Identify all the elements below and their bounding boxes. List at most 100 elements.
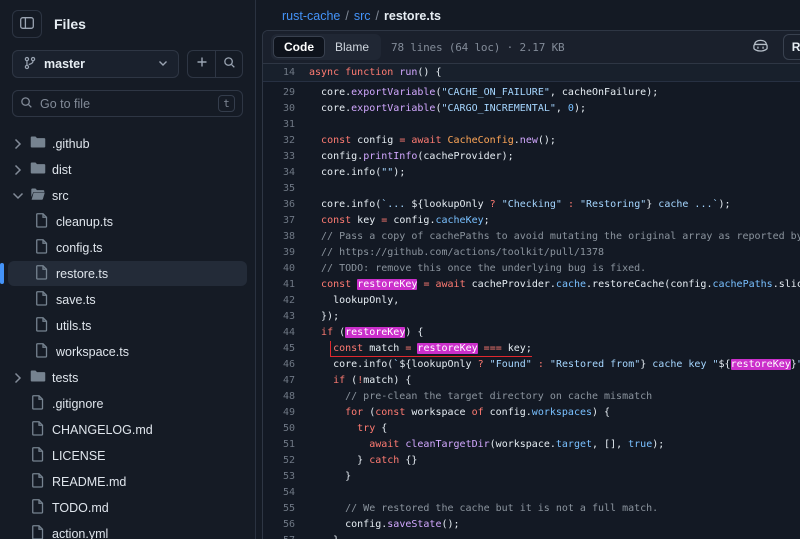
- tree-item-label: tests: [52, 371, 78, 385]
- line-number[interactable]: 38: [263, 229, 309, 245]
- code-line-content: } catch {}: [309, 453, 417, 469]
- code-editor-view[interactable]: 14async function run() {29 core.exportVa…: [263, 64, 800, 539]
- line-number[interactable]: 30: [263, 101, 309, 117]
- line-number[interactable]: 53: [263, 469, 309, 485]
- collapse-sidebar-button[interactable]: [12, 10, 42, 38]
- code-line-48: 48 // pre-clean the target directory on …: [263, 389, 800, 405]
- line-number[interactable]: 32: [263, 133, 309, 149]
- line-number[interactable]: 36: [263, 197, 309, 213]
- line-number[interactable]: 39: [263, 245, 309, 261]
- breadcrumb-repo-link[interactable]: rust-cache: [282, 9, 340, 23]
- file-icon: [34, 342, 50, 361]
- branch-selector[interactable]: master: [12, 50, 179, 78]
- chevron-right-icon[interactable]: [12, 136, 24, 152]
- chevron-down-icon: [158, 57, 168, 71]
- tree-item-config-ts[interactable]: config.ts: [8, 235, 247, 260]
- goto-file-input[interactable]: [40, 97, 211, 111]
- search-match-highlight: restoreKey: [417, 343, 477, 354]
- search-match-highlight: restoreKey: [357, 279, 417, 290]
- code-line-content: // https://github.com/actions/toolkit/pu…: [309, 245, 604, 261]
- tree-item-utils-ts[interactable]: utils.ts: [8, 313, 247, 338]
- code-line-content: async function run() {: [309, 64, 442, 81]
- code-line-content: // Pass a copy of cachePaths to avoid mu…: [309, 229, 800, 245]
- tree-item-restore-ts[interactable]: restore.ts: [8, 261, 247, 286]
- line-number[interactable]: 50: [263, 421, 309, 437]
- line-number[interactable]: 40: [263, 261, 309, 277]
- line-number[interactable]: 46: [263, 357, 309, 373]
- code-line-37: 37 const key = config.cacheKey;: [263, 213, 800, 229]
- code-line-57: 57 }: [263, 533, 800, 539]
- chevron-right-icon[interactable]: [12, 162, 24, 178]
- search-match-highlight: restoreKey: [731, 359, 791, 370]
- tab-code[interactable]: Code: [273, 36, 325, 58]
- tree-item-tests[interactable]: tests: [8, 365, 247, 390]
- line-number[interactable]: 33: [263, 149, 309, 165]
- tree-item-action-yml[interactable]: action.yml: [8, 521, 247, 539]
- line-number[interactable]: 48: [263, 389, 309, 405]
- line-number[interactable]: 52: [263, 453, 309, 469]
- tree-item-workspace-ts[interactable]: workspace.ts: [8, 339, 247, 364]
- line-number[interactable]: 49: [263, 405, 309, 421]
- line-number[interactable]: 47: [263, 373, 309, 389]
- tab-blame[interactable]: Blame: [325, 36, 379, 58]
- tree-item--github[interactable]: .github: [8, 131, 247, 156]
- tree-item-label: .gitignore: [52, 397, 103, 411]
- line-number[interactable]: 54: [263, 485, 309, 501]
- folder-icon: [30, 160, 46, 179]
- line-number[interactable]: 44: [263, 325, 309, 341]
- tree-item-dist[interactable]: dist: [8, 157, 247, 182]
- tree-item--gitignore[interactable]: .gitignore: [8, 391, 247, 416]
- breadcrumb: rust-cache / src / restore.ts ↑ Top: [262, 0, 800, 30]
- code-line-content: const match = restoreKey === key;: [309, 341, 532, 357]
- file-toolbar: Code Blame 78 lines (64 loc) · 2.17 KB: [263, 31, 800, 64]
- code-line-content: // TODO: remove this once the underlying…: [309, 261, 646, 277]
- line-number[interactable]: 41: [263, 277, 309, 293]
- tree-item-todo-md[interactable]: TODO.md: [8, 495, 247, 520]
- line-number[interactable]: 55: [263, 501, 309, 517]
- chevron-down-icon[interactable]: [12, 188, 24, 204]
- line-number[interactable]: 42: [263, 293, 309, 309]
- code-line-content: const restoreKey = await cacheProvider.c…: [309, 277, 800, 293]
- raw-copy-download-group: Raw: [783, 34, 800, 60]
- tree-item-cleanup-ts[interactable]: cleanup.ts: [8, 209, 247, 234]
- line-number[interactable]: 37: [263, 213, 309, 229]
- tree-item-src[interactable]: src: [8, 183, 247, 208]
- search-tree-button[interactable]: [215, 51, 242, 77]
- tree-item-label: workspace.ts: [56, 345, 129, 359]
- line-number[interactable]: 45: [263, 341, 309, 357]
- code-line-content: }: [309, 469, 351, 485]
- code-line-36: 36 core.info(`... ${lookupOnly ? "Checki…: [263, 197, 800, 213]
- chevron-right-icon[interactable]: [12, 370, 24, 386]
- tree-item-license[interactable]: LICENSE: [8, 443, 247, 468]
- folder-icon: [30, 134, 46, 153]
- raw-button[interactable]: Raw: [784, 35, 800, 59]
- breadcrumb-dir-link[interactable]: src: [354, 9, 371, 23]
- code-line-47: 47 if (!match) {: [263, 373, 800, 389]
- line-number[interactable]: 43: [263, 309, 309, 325]
- sidebar-header: Files: [0, 0, 255, 46]
- line-number[interactable]: 34: [263, 165, 309, 181]
- file-icon: [34, 264, 50, 283]
- tree-item-changelog-md[interactable]: CHANGELOG.md: [8, 417, 247, 442]
- line-number[interactable]: 29: [263, 85, 309, 101]
- tree-item-label: src: [52, 189, 69, 203]
- line-number[interactable]: 14: [263, 64, 309, 81]
- line-number[interactable]: 56: [263, 517, 309, 533]
- line-number[interactable]: 35: [263, 181, 309, 197]
- tree-item-readme-md[interactable]: README.md: [8, 469, 247, 494]
- copilot-button[interactable]: [747, 34, 775, 60]
- tree-item-label: CHANGELOG.md: [52, 423, 153, 437]
- line-number[interactable]: 31: [263, 117, 309, 133]
- code-line-56: 56 config.saveState();: [263, 517, 800, 533]
- line-number[interactable]: 57: [263, 533, 309, 539]
- file-tree: .githubdist src cleanup.tsconfig.tsrestore…: [0, 127, 255, 539]
- code-line-content: config.saveState();: [309, 517, 460, 533]
- new-file-button[interactable]: [188, 51, 215, 77]
- tree-item-label: action.yml: [52, 527, 108, 539]
- tree-item-save-ts[interactable]: save.ts: [8, 287, 247, 312]
- code-line-content: core.exportVariable("CARGO_INCREMENTAL",…: [309, 101, 586, 117]
- line-number[interactable]: 51: [263, 437, 309, 453]
- code-line-content: const config = await CacheConfig.new();: [309, 133, 556, 149]
- goto-file-field[interactable]: t: [12, 90, 243, 117]
- file-icon: [30, 498, 46, 517]
